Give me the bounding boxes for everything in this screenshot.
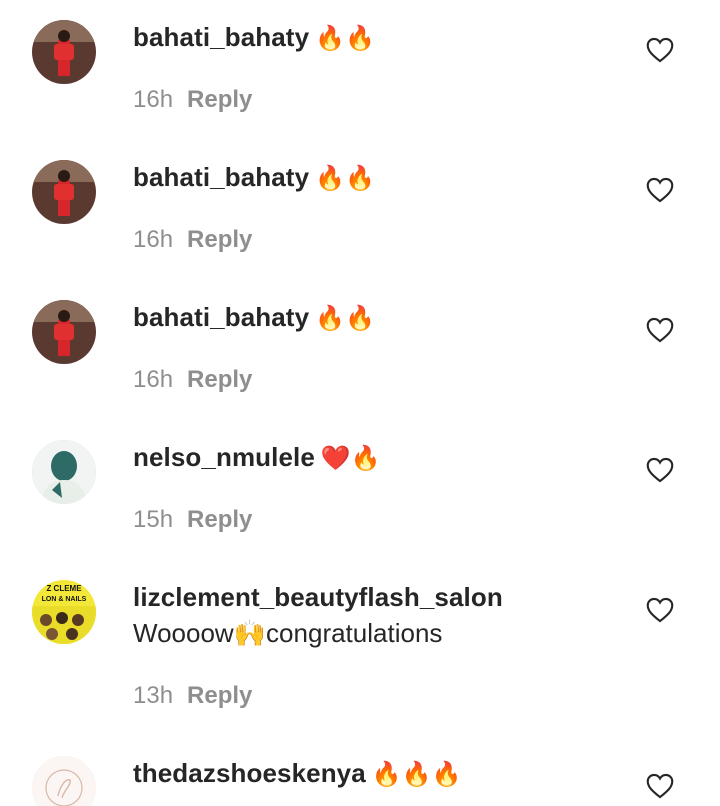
salon-sign-line-2: LON & NAILS	[42, 596, 87, 603]
comment-username[interactable]: thedazshoeskenya 🔥🔥🔥	[133, 758, 462, 789]
avatar[interactable]	[32, 20, 96, 84]
comment-username[interactable]: bahati_bahaty 🔥🔥	[133, 22, 375, 53]
comment-timestamp: 16h	[133, 366, 174, 393]
comment-meta: 13h Reply	[133, 682, 252, 710]
heart-outline-icon[interactable]	[646, 177, 674, 203]
comment-timestamp: 16h	[133, 86, 174, 113]
comment-timestamp: 16h	[133, 226, 174, 253]
reply-button[interactable]: Reply	[187, 506, 252, 533]
fire-emoji: 🔥🔥	[315, 24, 376, 52]
salon-sign-line-1: Z CLEME	[46, 584, 82, 593]
avatar[interactable]	[32, 440, 96, 504]
comment-username[interactable]: nelso_nmulele ❤️🔥	[133, 442, 381, 473]
comments-list: bahati_bahaty 🔥🔥 16h Reply bahati_bahaty 🔥🔥…	[0, 0, 720, 806]
comment-meta: 16h Reply	[133, 86, 252, 114]
reply-button[interactable]: Reply	[187, 366, 252, 393]
fire-emoji: 🔥🔥🔥	[371, 760, 462, 788]
avatar[interactable]: Z CLEME LON & NAILS	[32, 580, 96, 644]
comment-meta: 16h Reply	[133, 226, 252, 254]
heart-outline-icon[interactable]	[646, 773, 674, 799]
avatar[interactable]	[32, 756, 96, 806]
heart-outline-icon[interactable]	[646, 597, 674, 623]
comment-timestamp: 13h	[133, 682, 174, 709]
fire-emoji: 🔥🔥	[315, 304, 376, 332]
heart-fire-emoji: ❤️🔥	[320, 444, 381, 472]
heart-outline-icon[interactable]	[646, 317, 674, 343]
comment-meta: 15h Reply	[133, 506, 252, 534]
comment-username[interactable]: bahati_bahaty 🔥🔥	[133, 162, 375, 193]
avatar[interactable]	[32, 300, 96, 364]
avatar[interactable]	[32, 160, 96, 224]
comment-username[interactable]: bahati_bahaty 🔥🔥	[133, 302, 375, 333]
comment-timestamp: 15h	[133, 506, 174, 533]
reply-button[interactable]: Reply	[187, 86, 252, 113]
heart-outline-icon[interactable]	[646, 37, 674, 63]
comment-meta: 16h Reply	[133, 366, 252, 394]
fire-emoji: 🔥🔥	[315, 164, 376, 192]
reply-button[interactable]: Reply	[187, 226, 252, 253]
heart-outline-icon[interactable]	[646, 457, 674, 483]
comment-text: Woooow🙌congratulations	[133, 618, 443, 648]
comment-username[interactable]: lizclement_beautyflash_salon	[133, 582, 503, 613]
reply-button[interactable]: Reply	[187, 682, 252, 709]
